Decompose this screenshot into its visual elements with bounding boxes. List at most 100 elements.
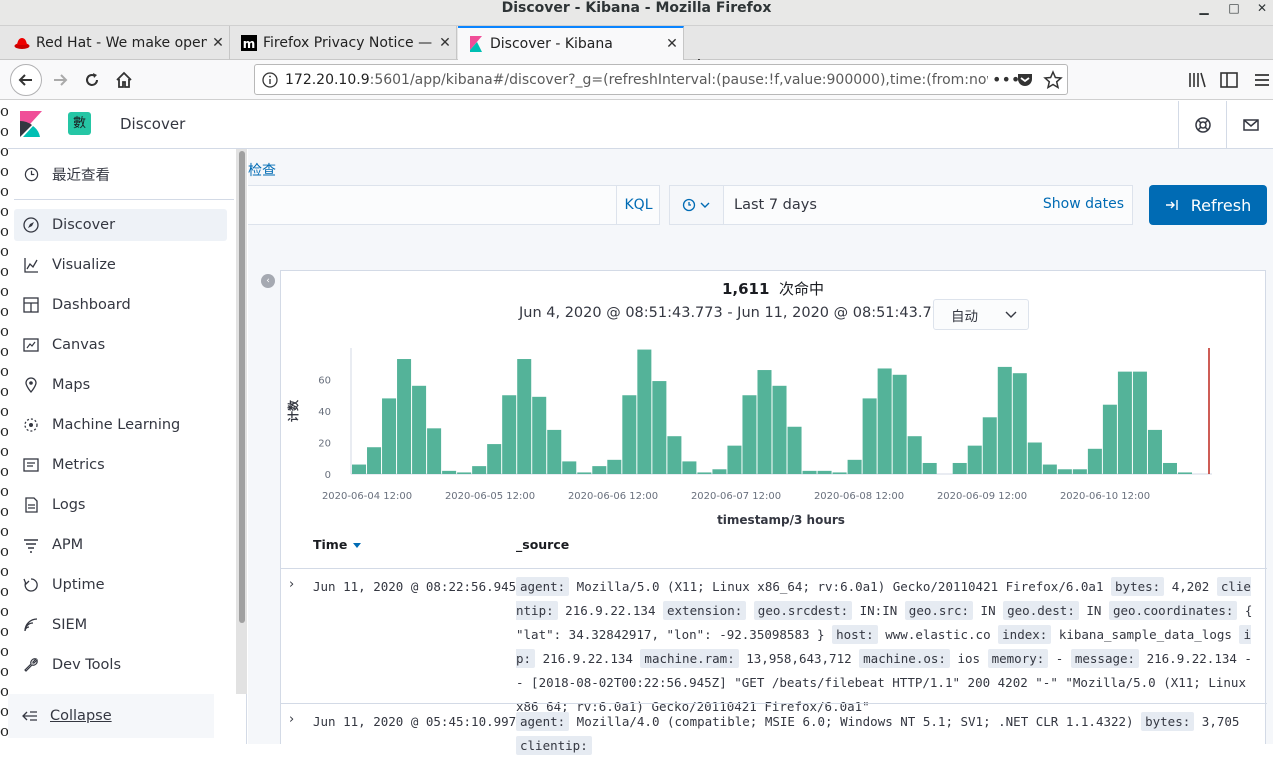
refresh-button[interactable]: Refresh — [1149, 185, 1267, 225]
histogram-bar — [967, 445, 982, 474]
histogram-bar — [607, 459, 622, 474]
collapse-sidebar-icon[interactable]: ‹ — [261, 274, 275, 288]
field-value — [746, 603, 754, 618]
tab-label: Firefox Privacy Notice — — [263, 35, 433, 51]
row-source: agent: Mozilla/4.0 (compatible; MSIE 6.0… — [516, 710, 1256, 758]
collapse-nav-button[interactable]: Collapse — [8, 694, 214, 738]
interval-select[interactable]: 自动 — [933, 299, 1029, 330]
bookmark-star-icon[interactable] — [1043, 70, 1063, 90]
logs-icon — [22, 496, 40, 514]
menu-icon[interactable] — [1252, 70, 1272, 90]
histogram-chart[interactable]: 0 20 40 60 计数 2020-06-04 12:00 2020-06-05 12:0… — [281, 341, 1267, 536]
tab-close-icon[interactable]: ✕ — [661, 36, 683, 52]
forward-button[interactable] — [44, 64, 76, 96]
date-range-text[interactable]: Last 7 days — [734, 197, 817, 213]
menu-left-icon — [22, 709, 38, 723]
nav-dev-tools[interactable]: Dev Tools — [14, 649, 227, 681]
histogram-bar — [697, 472, 712, 474]
nav-uptime[interactable]: Uptime — [14, 569, 227, 601]
field-value: IN:IN — [852, 603, 905, 618]
expand-row-icon[interactable]: › — [289, 712, 294, 727]
close-window-icon[interactable]: ✕ — [1252, 0, 1272, 18]
kql-toggle[interactable]: KQL — [616, 185, 660, 225]
nav-label: Dashboard — [52, 297, 131, 313]
histogram-bar — [592, 466, 607, 475]
nav-discover[interactable]: Discover — [14, 209, 227, 241]
field-key: index: — [998, 625, 1052, 644]
nav-label: SIEM — [52, 617, 88, 633]
histogram-bar — [517, 359, 532, 474]
url-bar[interactable]: 172.20.10.9:5601/app/kibana#/discover?_g… — [254, 64, 1068, 95]
apm-icon — [22, 536, 40, 554]
nav-apm[interactable]: APM — [14, 529, 227, 561]
sidebar-toggle-icon[interactable] — [1219, 70, 1239, 90]
tab-redhat[interactable]: Red Hat - We make open ✕ — [0, 26, 230, 60]
nav-maps[interactable]: Maps — [14, 369, 227, 401]
query-input[interactable] — [248, 185, 660, 225]
histogram-bar — [832, 472, 847, 474]
nav-dashboard[interactable]: Dashboard — [14, 289, 227, 321]
window-titlebar: Discover - Kibana - Mozilla Firefox ▁ □ … — [0, 0, 1273, 26]
quick-select-button[interactable] — [670, 186, 724, 224]
histogram-bar — [1072, 469, 1087, 474]
inspect-link[interactable]: 检查 — [248, 160, 276, 180]
nav-canvas[interactable]: Canvas — [14, 329, 227, 361]
maximize-icon[interactable]: □ — [1224, 0, 1244, 18]
hits-count: 1,611 — [721, 280, 770, 298]
field-key: clientip: — [516, 736, 592, 755]
nav-label: APM — [52, 537, 84, 553]
date-picker[interactable]: Last 7 days Show dates — [669, 185, 1133, 225]
field-value: kibana_sample_data_logs — [1051, 627, 1240, 642]
help-button[interactable] — [1178, 101, 1226, 148]
clock-icon — [22, 165, 40, 183]
show-dates-link[interactable]: Show dates — [1043, 196, 1124, 212]
row-time: Jun 11, 2020 @ 08:22:56.945 — [313, 579, 517, 594]
x-tick-label: 2020-06-04 12:00 — [322, 491, 412, 502]
x-tick-label: 2020-06-06 12:00 — [568, 491, 658, 502]
minimize-icon[interactable]: ▁ — [1194, 0, 1214, 18]
reload-icon — [86, 73, 98, 86]
nav-label: Machine Learning — [52, 417, 181, 433]
info-icon[interactable] — [255, 70, 285, 90]
back-button[interactable] — [10, 64, 42, 96]
nav-machine-learning[interactable]: Machine Learning — [14, 409, 227, 441]
nav-recently-viewed[interactable]: 最近查看 — [14, 158, 227, 190]
histogram-bar — [442, 470, 457, 474]
tab-discover-kibana[interactable]: Discover - Kibana ✕ — [458, 26, 684, 60]
col-time-header[interactable]: Time — [313, 537, 362, 552]
home-button[interactable] — [108, 64, 140, 96]
tab-firefox-privacy[interactable]: m Firefox Privacy Notice — ✕ — [231, 26, 457, 60]
metrics-icon — [22, 456, 40, 474]
pocket-icon[interactable] — [1016, 71, 1034, 89]
histogram-bar — [952, 462, 967, 474]
field-key: host: — [832, 625, 878, 644]
nav-siem[interactable]: SIEM — [14, 609, 227, 641]
field-key: extension: — [663, 601, 747, 620]
field-value: 216.9.22.134 — [535, 651, 641, 666]
histogram-bar — [1162, 462, 1177, 474]
field-value: IN — [973, 603, 1004, 618]
tab-close-icon[interactable]: ✕ — [434, 35, 456, 51]
sort-down-icon[interactable] — [352, 541, 362, 549]
expand-row-icon[interactable]: › — [289, 577, 294, 592]
histogram-bar — [622, 395, 637, 474]
histogram-bar — [727, 445, 742, 474]
histogram-bar — [487, 444, 502, 474]
sidenav-scroll-thumb[interactable] — [239, 151, 245, 623]
hits-label: 次命中 — [778, 280, 824, 298]
y-axis-title: 计数 — [286, 399, 300, 422]
hits-summary: 1,611 次命中 — [281, 278, 1265, 299]
newsfeed-button[interactable] — [1226, 101, 1273, 148]
space-avatar[interactable]: 數 — [68, 112, 91, 135]
reload-button[interactable] — [76, 64, 108, 96]
kibana-logo-icon[interactable] — [20, 111, 42, 137]
refresh-icon — [1165, 200, 1178, 210]
library-icon[interactable] — [1187, 70, 1207, 90]
url-host: 172.20.10.9 — [285, 71, 370, 88]
field-key: machine.ram: — [640, 649, 739, 668]
tab-close-icon[interactable]: ✕ — [207, 35, 229, 51]
nav-logs[interactable]: Logs — [14, 489, 227, 521]
arrow-right-icon — [54, 74, 68, 86]
nav-visualize[interactable]: Visualize — [14, 249, 227, 281]
nav-metrics[interactable]: Metrics — [14, 449, 227, 481]
